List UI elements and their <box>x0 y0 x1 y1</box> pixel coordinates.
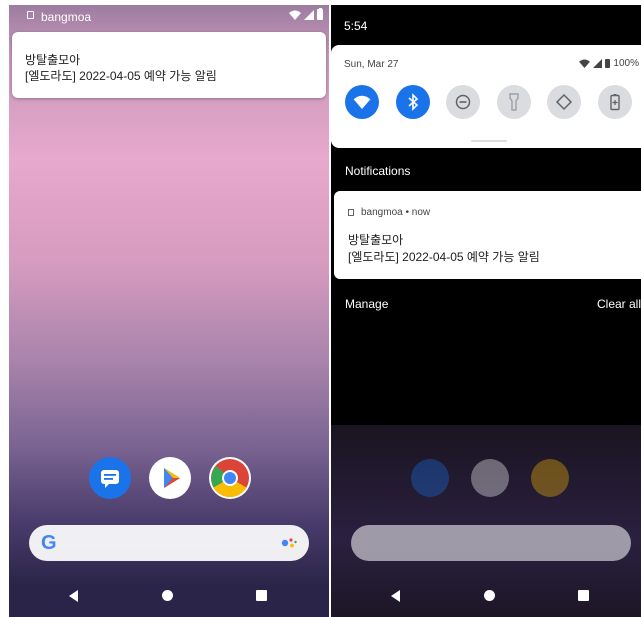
home-screen: bangmoa 방탈출모아 [엘도라도] 2022-04-05 예약 가능 알림… <box>9 5 329 617</box>
google-search-bar[interactable]: G <box>29 525 309 561</box>
notification-message: [엘도라도] 2022-04-05 예약 가능 알림 <box>348 250 540 264</box>
battery-saver-tile[interactable] <box>597 85 632 119</box>
messages-app-icon[interactable] <box>89 457 131 499</box>
notification-title: 방탈출모아 <box>25 53 81 67</box>
cell-signal-icon <box>304 9 314 20</box>
google-g-icon: G <box>41 532 57 554</box>
assistant-icon[interactable] <box>281 537 297 549</box>
wifi-icon <box>579 59 591 68</box>
chrome-app-icon[interactable] <box>209 457 251 499</box>
home-icon[interactable] <box>484 590 495 601</box>
status-app-name: bangmoa <box>41 10 92 24</box>
navigation-bar <box>9 575 329 617</box>
quick-settings-panel: Sun, Mar 27 100% <box>331 45 641 148</box>
bluetooth-tile[interactable] <box>395 85 430 119</box>
recents-icon[interactable] <box>578 590 589 601</box>
navigation-bar <box>331 575 641 617</box>
headsup-notification[interactable]: 방탈출모아 [엘도라도] 2022-04-05 예약 가능 알림 <box>12 32 326 98</box>
notification-shade: 5:54 Sun, Mar 27 100% Notifications bang… <box>331 5 641 617</box>
battery-saver-icon <box>609 94 620 111</box>
dnd-tile[interactable] <box>446 85 480 119</box>
clear-all-button[interactable]: Clear all <box>597 297 641 311</box>
battery-icon <box>317 7 323 20</box>
play-store-app-icon[interactable] <box>149 457 191 499</box>
app-notification-icon <box>348 209 354 216</box>
cell-signal-icon <box>593 59 603 68</box>
recents-icon[interactable] <box>256 590 267 601</box>
manage-button[interactable]: Manage <box>345 297 388 311</box>
flashlight-icon <box>508 93 519 111</box>
bluetooth-icon <box>407 93 418 111</box>
status-time: 5:54 <box>344 19 368 33</box>
notification-app-line: bangmoa • now <box>361 207 431 218</box>
auto-rotate-tile[interactable] <box>547 85 581 119</box>
notification-card[interactable]: bangmoa • now 방탈출모아 [엘도라도] 2022-04-05 예약… <box>334 191 641 279</box>
back-icon[interactable] <box>391 590 400 602</box>
app-notification-icon <box>27 11 34 19</box>
qs-date: Sun, Mar 27 <box>344 59 399 70</box>
notification-title: 방탈출모아 <box>348 233 404 247</box>
dimmed-search-bar <box>351 525 631 561</box>
notifications-header: Notifications <box>345 164 411 178</box>
flashlight-tile[interactable] <box>496 85 531 119</box>
wifi-tile[interactable] <box>345 85 379 119</box>
auto-rotate-icon <box>555 93 573 111</box>
dnd-icon <box>455 94 471 110</box>
battery-percent: 100% <box>613 58 639 69</box>
notification-message: [엘도라도] 2022-04-05 예약 가능 알림 <box>25 69 217 83</box>
wifi-icon <box>353 95 371 109</box>
home-icon[interactable] <box>162 590 173 601</box>
status-bar: bangmoa <box>9 5 329 27</box>
qs-expand-handle[interactable] <box>471 140 507 142</box>
battery-icon <box>605 59 611 68</box>
wifi-icon <box>289 10 301 20</box>
back-icon[interactable] <box>69 590 78 602</box>
